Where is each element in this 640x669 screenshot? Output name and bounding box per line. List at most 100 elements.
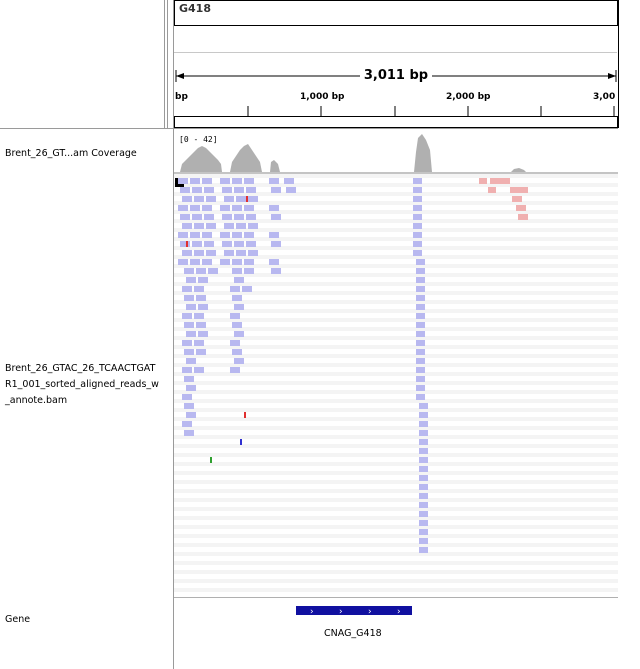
read [248, 223, 258, 229]
read [419, 538, 428, 544]
read [271, 241, 281, 247]
read [194, 196, 204, 202]
read [232, 349, 242, 355]
read [222, 187, 232, 193]
gene-track-name[interactable]: Gene [5, 612, 30, 628]
gene-feature[interactable]: › › › › [174, 600, 618, 640]
read [184, 295, 194, 301]
read [413, 250, 422, 256]
alignment-track-name-line-2[interactable]: R1_001_sorted_aligned_reads_w [5, 377, 159, 393]
read [232, 295, 242, 301]
read [413, 205, 422, 211]
read [196, 295, 206, 301]
read [186, 412, 196, 418]
ruler-tick-label: 1,000 bp [300, 92, 345, 102]
alignment-track-name-line-3[interactable]: _annote.bam [5, 393, 67, 409]
read [192, 214, 202, 220]
read [244, 268, 254, 274]
alignment-track-name-line-1[interactable]: Brent_26_GTAC_26_TCAACTGAT [5, 361, 155, 377]
read [416, 331, 425, 337]
feature-panel-divider[interactable] [174, 597, 618, 598]
alignment-reads[interactable] [174, 174, 618, 597]
read [204, 241, 214, 247]
read [416, 367, 425, 373]
read [419, 520, 428, 526]
read [230, 313, 240, 319]
read [510, 187, 528, 193]
read [232, 322, 242, 328]
read [234, 277, 244, 283]
read [242, 286, 252, 292]
read [186, 304, 196, 310]
read [208, 268, 218, 274]
read [236, 223, 246, 229]
read [416, 259, 425, 265]
span-arrow-right [608, 73, 616, 79]
read [180, 241, 190, 247]
ruler-graphics[interactable] [174, 0, 618, 128]
read [269, 205, 279, 211]
read [194, 313, 204, 319]
mismatch-mark [244, 412, 246, 418]
read [416, 304, 425, 310]
read [236, 250, 246, 256]
read [419, 421, 428, 427]
span-arrow-left [176, 73, 184, 79]
read [479, 178, 487, 184]
read [230, 340, 240, 346]
read [190, 232, 200, 238]
read [246, 187, 256, 193]
read [246, 241, 256, 247]
coverage-track[interactable]: [0 - 42] [174, 134, 618, 174]
read [186, 358, 196, 364]
read [184, 403, 194, 409]
read [184, 376, 194, 382]
read [224, 196, 234, 202]
read [490, 178, 510, 184]
read [419, 466, 428, 472]
header-bottom-divider[interactable] [0, 128, 618, 129]
read [248, 196, 258, 202]
read [206, 250, 216, 256]
read [192, 187, 202, 193]
read [416, 385, 425, 391]
read [182, 223, 192, 229]
header-right-border [618, 0, 619, 128]
read [198, 304, 208, 310]
coverage-histogram[interactable] [174, 134, 618, 174]
read [416, 349, 425, 355]
read [194, 367, 204, 373]
read [419, 430, 428, 436]
read [416, 376, 425, 382]
read [419, 529, 428, 535]
read [230, 286, 240, 292]
read [413, 232, 422, 238]
read [244, 232, 254, 238]
gene-feature-label: CNAG_G418 [324, 628, 382, 639]
read [419, 457, 428, 463]
read [419, 439, 428, 445]
strand-arrow: › [339, 607, 343, 617]
read [178, 178, 188, 184]
read [184, 268, 194, 274]
read [512, 196, 522, 202]
strand-arrow: › [368, 607, 372, 617]
read [234, 304, 244, 310]
read [416, 358, 425, 364]
read [419, 493, 428, 499]
gene-track[interactable]: › › › › CNAG_G418 [174, 600, 618, 669]
read [184, 322, 194, 328]
alignment-track[interactable] [174, 174, 618, 597]
read [419, 403, 428, 409]
read [269, 259, 279, 265]
read [182, 313, 192, 319]
read [286, 187, 296, 193]
header-divider-2 [167, 0, 168, 128]
read [271, 214, 281, 220]
read [419, 448, 428, 454]
read [230, 367, 240, 373]
track-name-panel: Brent_26_GT...am Coverage Brent_26_GTAC_… [0, 0, 164, 669]
coverage-track-name[interactable]: Brent_26_GT...am Coverage [5, 146, 137, 162]
read [271, 187, 281, 193]
read [413, 223, 422, 229]
